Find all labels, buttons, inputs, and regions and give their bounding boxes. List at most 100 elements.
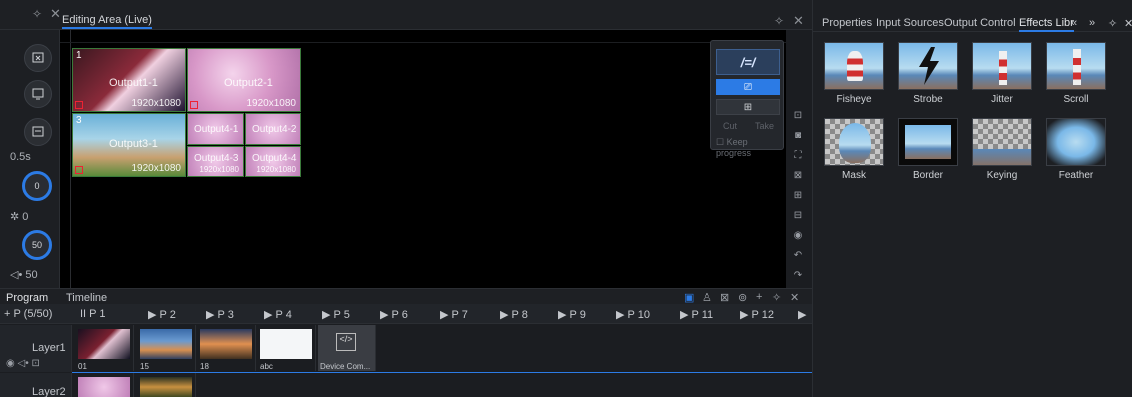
output-resolution: 1920x1080 (131, 98, 182, 109)
layout-icon[interactable]: ⊟ (791, 210, 805, 224)
output-window[interactable]: 1 Output1-1 1920x1080 (72, 48, 186, 112)
output-marker (75, 101, 83, 109)
snapshot-icon[interactable]: ◙ (791, 130, 805, 144)
tab-output-control[interactable]: Output Control (944, 17, 1016, 29)
settings-icon[interactable]: ⊚ (738, 291, 747, 304)
volume-number: 50 (25, 269, 38, 281)
brightness-knob[interactable]: 0 (22, 171, 52, 201)
tab-properties[interactable]: Properties (822, 17, 872, 29)
item-name: 15 (140, 362, 149, 371)
take-logo-button[interactable]: /=/ (716, 49, 780, 75)
effect-mask[interactable]: Mask (821, 118, 887, 181)
effect-jitter[interactable]: Jitter (969, 42, 1035, 105)
lighthouse-icon (999, 51, 1007, 85)
page-tab-p3[interactable]: ▶ P 3 (206, 308, 234, 321)
effect-thumbnail (972, 118, 1032, 166)
close-icon[interactable]: ✕ (1124, 17, 1132, 30)
layout-mode-button[interactable]: ⊞ (716, 99, 780, 115)
close-icon[interactable]: ✕ (793, 13, 804, 29)
test-pattern-button[interactable] (24, 80, 52, 108)
effect-name: Scroll (1063, 94, 1089, 105)
effect-thumbnail (898, 118, 958, 166)
effect-keying[interactable]: Keying (969, 118, 1035, 181)
page-tab-p10[interactable]: ▶ P 10 (616, 308, 650, 321)
output-window[interactable]: Output2-1 1920x1080 (187, 48, 301, 112)
output-window[interactable]: 3 Output3-1 1920x1080 (72, 113, 186, 177)
effect-name: Border (912, 170, 943, 181)
page-tab-p2[interactable]: ▶ P 2 (148, 308, 176, 321)
page-tab-p7[interactable]: ▶ P 7 (440, 308, 468, 321)
page-tab-p12[interactable]: ▶ P 12 (740, 308, 774, 321)
page-tab-p11[interactable]: ▶ P 11 (680, 308, 713, 321)
brightness-number: 0 (22, 211, 29, 223)
cut-button[interactable]: Cut (723, 121, 737, 131)
ftb-button[interactable] (24, 118, 52, 146)
effect-strobe[interactable]: Strobe (895, 42, 961, 105)
pin-icon[interactable]: ✧ (32, 7, 42, 21)
preview-mode-button[interactable]: ⎚ (716, 79, 780, 95)
output-window[interactable]: Output4-1 (187, 113, 244, 145)
fit-icon[interactable]: ⊠ (791, 170, 805, 184)
lock-icon[interactable]: ⊡ (791, 110, 805, 124)
fit-icon[interactable]: ⊠ (720, 291, 729, 304)
add-icon[interactable]: ⊞ (791, 190, 805, 204)
page-tab-p8[interactable]: ▶ P 8 (500, 308, 528, 321)
page-tab-p1[interactable]: II P 1 (80, 308, 105, 320)
output-window[interactable]: Output4-4 1920x1080 (245, 146, 301, 177)
monitor-icon[interactable]: ▣ (684, 291, 694, 304)
effect-border[interactable]: Border (895, 118, 961, 181)
editing-canvas[interactable]: 1 Output1-1 1920x1080 Output2-1 1920x108… (60, 30, 786, 288)
page-tab-p5[interactable]: ▶ P 5 (322, 308, 350, 321)
effect-thumbnail (1046, 118, 1106, 166)
page-tab-p4[interactable]: ▶ P 4 (264, 308, 292, 321)
layer-item[interactable] (138, 373, 196, 397)
pin-icon[interactable]: ✧ (774, 14, 784, 28)
close-icon[interactable]: ✕ (790, 291, 799, 304)
eye-icon[interactable]: ◉ (791, 230, 805, 244)
pin-icon[interactable]: ✧ (772, 291, 781, 304)
layer-header[interactable]: Layer1 ◉ ◁• ⊡ (0, 325, 72, 372)
scroll-right-button[interactable]: » (1089, 17, 1095, 29)
layer-item[interactable]: abc (258, 325, 316, 371)
layer-item[interactable]: 18 (198, 325, 256, 371)
screen-icon-button[interactable] (24, 44, 52, 72)
effect-scroll[interactable]: Scroll (1043, 42, 1109, 105)
page-tab-p6[interactable]: ▶ P 6 (380, 308, 408, 321)
layer-item[interactable] (76, 373, 134, 397)
layer-item[interactable]: 15 (138, 325, 196, 371)
redo-icon[interactable]: ↷ (791, 270, 805, 284)
effect-fisheye[interactable]: Fisheye (821, 42, 887, 105)
output-marker (75, 166, 83, 174)
person-icon[interactable]: ♙ (702, 291, 712, 304)
output-label: Output2-1 (224, 77, 273, 89)
tab-timeline[interactable]: Timeline (66, 292, 107, 304)
audio-icon[interactable]: ◁• (18, 358, 29, 369)
layer-header[interactable]: Layer2 (0, 373, 72, 397)
keep-progress-checkbox[interactable]: ☐ Keep progress (716, 137, 783, 158)
tab-input-sources[interactable]: Input Sources (876, 17, 944, 29)
scroll-left-button[interactable]: « (1071, 17, 1077, 29)
switch-control-panel: /=/ ⎚ ⊞ Cut Take ☐ Keep progress (710, 40, 784, 158)
add-page-button[interactable]: + P (5/50) (4, 308, 52, 320)
eye-icon[interactable]: ◉ (6, 358, 15, 369)
layer-item[interactable]: 01 (76, 325, 134, 371)
layer-area: Layer1 ◉ ◁• ⊡ 01 15 18 abc </> Device Co… (0, 325, 812, 397)
take-button[interactable]: Take (755, 121, 774, 131)
heart-mask-icon (839, 123, 871, 163)
editing-area-tab[interactable]: Editing Area (Live) (62, 14, 152, 29)
effect-feather[interactable]: Feather (1043, 118, 1109, 181)
output-window[interactable]: Output4-3 1920x1080 (187, 146, 244, 177)
close-icon[interactable]: ✕ (50, 6, 61, 22)
device-command-icon: </> (336, 333, 356, 351)
page-tab-p9[interactable]: ▶ P 9 (558, 308, 586, 321)
undo-icon[interactable]: ↶ (791, 250, 805, 264)
output-window[interactable]: Output4-2 (245, 113, 301, 145)
pin-icon[interactable]: ✧ (1108, 17, 1117, 30)
fullscreen-icon[interactable]: ⛶ (791, 150, 805, 164)
add-icon[interactable]: + (756, 291, 762, 303)
layer-item[interactable]: </> Device Com... (318, 325, 376, 371)
volume-knob[interactable]: 50 (22, 230, 52, 260)
tab-effects-library[interactable]: Effects Libr (1019, 17, 1074, 32)
lock-icon[interactable]: ⊡ (32, 358, 40, 369)
page-scroll-right[interactable]: ▶ (798, 308, 806, 321)
